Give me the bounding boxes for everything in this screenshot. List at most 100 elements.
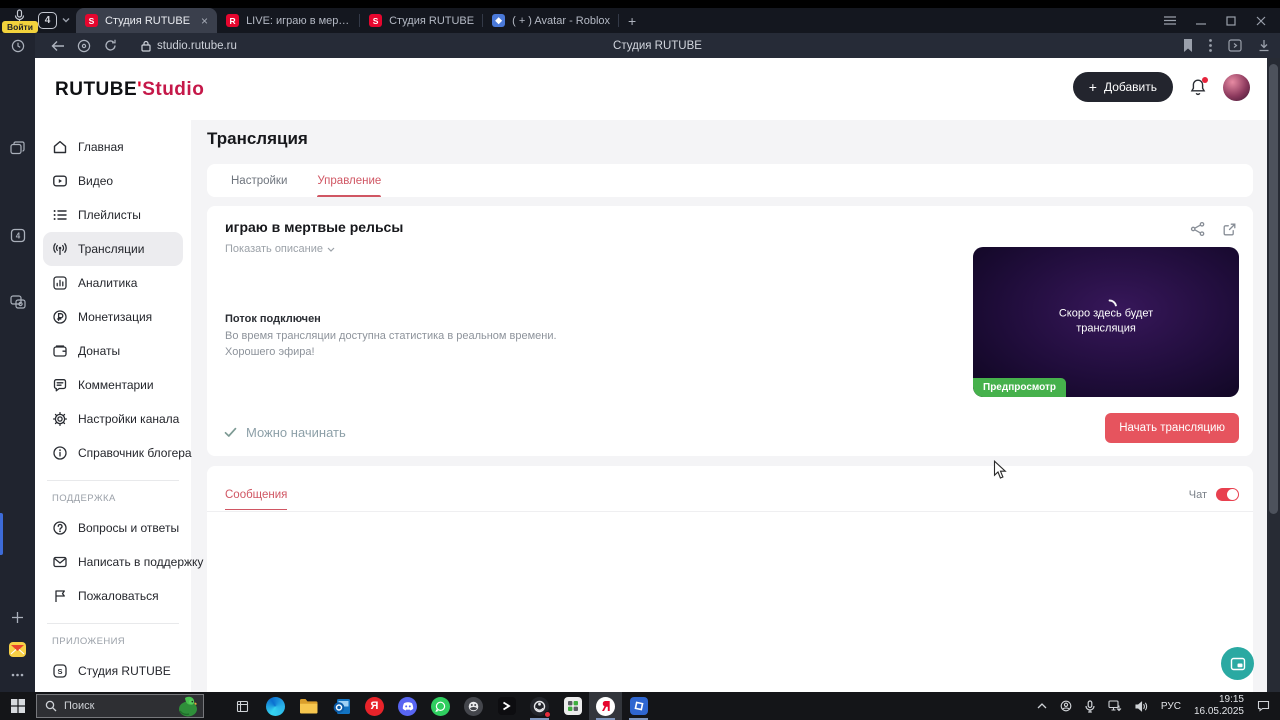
back-icon[interactable]: [45, 40, 71, 52]
language-indicator[interactable]: РУС: [1161, 701, 1181, 712]
tab-groups-icon[interactable]: [0, 141, 35, 155]
roblox-studio-icon[interactable]: [622, 692, 655, 720]
app-round-icon[interactable]: [457, 692, 490, 720]
sidebar-item-blogger-guide[interactable]: Справочник блогера: [43, 436, 192, 470]
new-tab-button[interactable]: +: [619, 8, 645, 33]
minimize-icon[interactable]: [1196, 16, 1206, 26]
broadcast-icon: [52, 241, 68, 257]
stream-preview-player[interactable]: Скоро здесь будет трансляция Предпросмот…: [973, 247, 1239, 397]
page-title: Трансляция: [207, 129, 308, 148]
page-scrollbar[interactable]: [1267, 58, 1280, 692]
yandex-icon[interactable]: Я: [358, 692, 391, 720]
avatar[interactable]: [1223, 73, 1250, 101]
sidebar-item-monetization[interactable]: Монетизация: [43, 300, 183, 334]
scrollbar-thumb[interactable]: [1269, 64, 1278, 514]
close-icon[interactable]: [1256, 16, 1266, 26]
file-explorer-icon[interactable]: [292, 692, 325, 720]
open-external-icon[interactable]: [1222, 221, 1237, 237]
rutube-studio-page: RUTUBE'Studio + Добавить Главная Видео П…: [35, 58, 1280, 692]
mini-player-button[interactable]: [1221, 647, 1254, 680]
sidebar-item-broadcasts[interactable]: Трансляции: [43, 232, 183, 266]
tab-management[interactable]: Управление: [317, 164, 381, 197]
task-view-button[interactable]: [226, 692, 259, 720]
picture-in-picture-icon: [1230, 657, 1246, 671]
browser-window: Войти 4 S Студия RUTUBE × R LIVE: играю …: [0, 8, 1280, 692]
signin-badge[interactable]: Войти: [2, 21, 38, 33]
lock-icon: [141, 40, 151, 52]
download-icon[interactable]: [1258, 39, 1270, 52]
studio-header: RUTUBE'Studio + Добавить: [35, 58, 1280, 120]
add-panel-icon[interactable]: [0, 611, 35, 624]
browser-tab-live[interactable]: R LIVE: играю в мертвые ре: [217, 8, 361, 33]
tray-chevron-icon[interactable]: [1037, 703, 1047, 709]
chat-toggle[interactable]: [1216, 488, 1239, 501]
tab-counter-button[interactable]: 4: [38, 12, 57, 29]
yandex-mail-icon[interactable]: [0, 641, 35, 658]
roblox-favicon: ◆: [492, 14, 506, 27]
sidebar-item-comments[interactable]: Комментарии: [43, 368, 183, 402]
sidebar-item-playlists[interactable]: Плейлисты: [43, 198, 183, 232]
history-clock-icon[interactable]: [0, 39, 35, 53]
stream-status: Поток подключен Во время трансляции дост…: [225, 313, 557, 359]
flag-icon: [52, 588, 68, 604]
obs-icon[interactable]: [523, 692, 556, 720]
tab-settings[interactable]: Настройки: [231, 164, 287, 197]
sidebar-item-donations[interactable]: Донаты: [43, 334, 183, 368]
show-description-link[interactable]: Показать описание: [225, 243, 335, 255]
screenshot-icon[interactable]: [0, 295, 35, 309]
chevron-down-icon[interactable]: [62, 17, 70, 23]
url-field[interactable]: studio.rutube.ru: [141, 40, 237, 52]
taskbar-clock[interactable]: 19:15 16.05.2025: [1194, 694, 1244, 718]
yandex-browser-icon[interactable]: [589, 692, 622, 720]
system-tray: РУС 19:15 16.05.2025: [1037, 694, 1280, 718]
tab-close-icon[interactable]: ×: [201, 14, 208, 28]
strip-more-icon[interactable]: [0, 673, 35, 677]
store-app-icon[interactable]: [556, 692, 589, 720]
action-center-icon[interactable]: [1257, 700, 1270, 712]
sidebar-item-studio-app[interactable]: S Студия RUTUBE: [43, 654, 183, 688]
edge-icon[interactable]: [259, 692, 292, 720]
browser-tab-active[interactable]: S Студия RUTUBE ×: [76, 8, 218, 33]
speaker-icon[interactable]: [1135, 700, 1148, 712]
notifications-bell-icon[interactable]: [1189, 76, 1208, 97]
mail-icon: [52, 554, 68, 570]
more-menu-icon[interactable]: [1209, 39, 1212, 52]
maximize-icon[interactable]: [1226, 15, 1236, 26]
sidebar-panel-icon[interactable]: [1228, 39, 1242, 52]
sidebar-item-home[interactable]: Главная: [43, 130, 183, 164]
plus-icon: +: [1088, 79, 1097, 95]
start-button[interactable]: [0, 692, 36, 720]
sidebar-item-report[interactable]: Пожаловаться: [43, 579, 183, 613]
monetization-icon: [52, 309, 68, 325]
share-icon[interactable]: [1190, 221, 1206, 237]
browser-tab-studio-2[interactable]: S Студия RUTUBE: [360, 8, 484, 33]
network-icon[interactable]: [1108, 700, 1122, 712]
sidebar-item-write-support[interactable]: Написать в поддержку: [43, 545, 203, 579]
svg-text:S: S: [57, 667, 62, 676]
sidebar-item-analytics[interactable]: Аналитика: [43, 266, 183, 300]
tray-app-icon[interactable]: [1060, 700, 1072, 712]
main-content: Трансляция Настройки Управление играю в …: [191, 120, 1267, 692]
browser-menu-icon[interactable]: [1164, 16, 1176, 25]
whatsapp-icon[interactable]: [424, 692, 457, 720]
rutube-studio-logo[interactable]: RUTUBE'Studio: [55, 79, 204, 101]
tab-messages[interactable]: Сообщения: [225, 489, 288, 510]
add-button[interactable]: + Добавить: [1072, 72, 1173, 102]
sidebar-item-channel-settings[interactable]: Настройки канала: [43, 402, 183, 436]
protect-icon[interactable]: [71, 39, 97, 53]
browser-tab-roblox[interactable]: ◆ ( + ) Avatar - Roblox: [483, 8, 619, 33]
tab-panel-counter-icon[interactable]: 4: [0, 228, 35, 243]
start-broadcast-button[interactable]: Начать трансляцию: [1105, 413, 1239, 443]
sidebar-item-video[interactable]: Видео: [43, 164, 183, 198]
search-icon: [45, 700, 57, 712]
discord-icon[interactable]: [391, 692, 424, 720]
sidebar-divider: [47, 623, 179, 624]
taskbar-search-box[interactable]: Поиск: [36, 694, 204, 718]
microphone-tray-icon[interactable]: [1085, 699, 1095, 713]
sidebar-item-faq[interactable]: Вопросы и ответы: [43, 511, 183, 545]
reload-icon[interactable]: [97, 39, 123, 52]
media-play-app-icon[interactable]: [490, 692, 523, 720]
sidebar-section-apps: ПРИЛОЖЕНИЯ: [52, 636, 126, 647]
bookmark-icon[interactable]: [1183, 39, 1193, 52]
outlook-icon[interactable]: [325, 692, 358, 720]
